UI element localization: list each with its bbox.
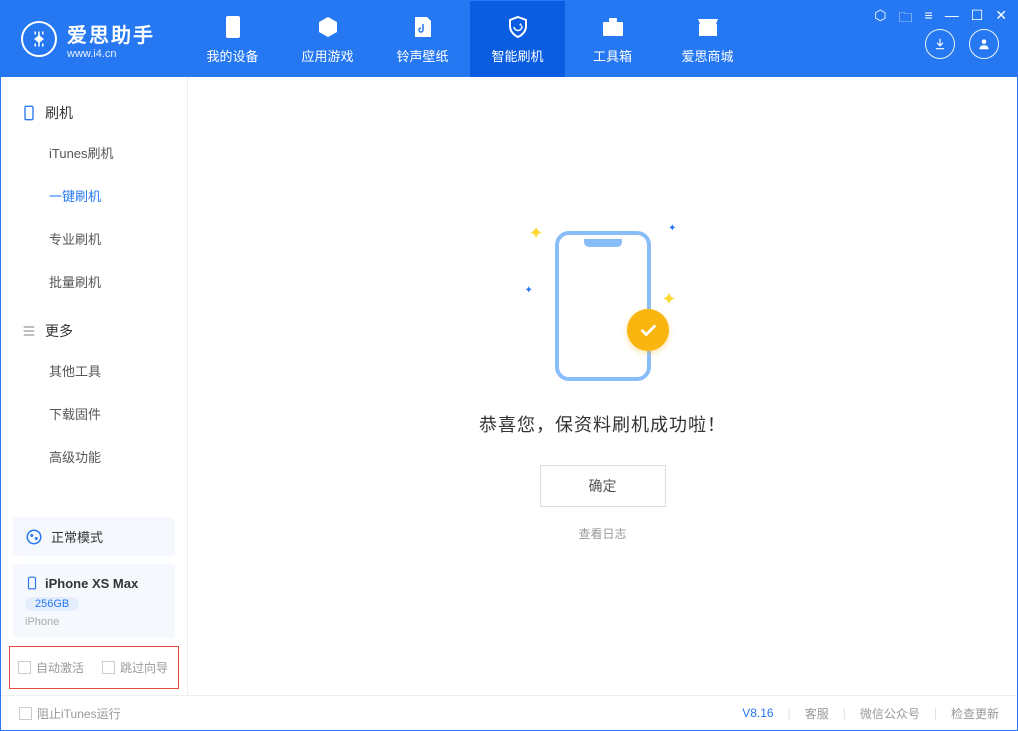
tab-flash[interactable]: 智能刷机 xyxy=(470,1,565,77)
phone-notch xyxy=(584,239,622,247)
tab-label: 智能刷机 xyxy=(491,46,543,65)
highlighted-options-box: 自动激活 跳过向导 xyxy=(9,646,179,689)
tab-apps[interactable]: 应用游戏 xyxy=(280,1,375,77)
checkbox-label: 跳过向导 xyxy=(120,659,168,676)
refresh-shield-icon xyxy=(505,14,531,40)
ok-button[interactable]: 确定 xyxy=(540,465,666,507)
device-mode-box[interactable]: 正常模式 xyxy=(13,517,175,556)
logo-title: 爱思助手 xyxy=(67,19,155,48)
device-name: iPhone XS Max xyxy=(45,576,138,591)
header: 爱思助手 www.i4.cn 我的设备 应用游戏 铃声壁纸 智能刷机 工具箱 爱… xyxy=(1,1,1017,77)
checkbox-skip-guide[interactable]: 跳过向导 xyxy=(102,659,168,676)
cube-icon xyxy=(315,14,341,40)
nav-tabs: 我的设备 应用游戏 铃声壁纸 智能刷机 工具箱 爱思商城 xyxy=(185,1,755,77)
mode-text: 正常模式 xyxy=(51,527,103,546)
checkbox-auto-activate[interactable]: 自动激活 xyxy=(18,659,84,676)
header-action-icons xyxy=(925,29,999,59)
maximize-icon[interactable]: ☐ xyxy=(971,7,984,31)
download-icon[interactable] xyxy=(925,29,955,59)
device-type: iPhone xyxy=(25,616,163,628)
checkbox-label: 自动激活 xyxy=(36,659,84,676)
tab-label: 应用游戏 xyxy=(301,46,353,65)
tab-label: 铃声壁纸 xyxy=(396,46,448,65)
section-title: 更多 xyxy=(45,321,73,341)
tab-label: 我的设备 xyxy=(206,46,258,65)
sparkle-icon: ✦ xyxy=(661,289,676,310)
sparkle-icon: ✦ xyxy=(525,285,533,296)
tab-store[interactable]: 爱思商城 xyxy=(660,1,755,77)
section-title: 刷机 xyxy=(45,103,73,123)
version-label[interactable]: V8.16 xyxy=(742,706,773,720)
toolbox-icon xyxy=(600,14,626,40)
sparkle-icon: ✦ xyxy=(529,223,544,244)
sidebar-item-other-tools[interactable]: 其他工具 xyxy=(1,349,187,392)
wechat-link[interactable]: 微信公众号 xyxy=(860,705,920,722)
checkbox-icon xyxy=(102,661,115,674)
divider: | xyxy=(843,706,846,720)
phone-small-icon xyxy=(25,574,39,592)
phone-frame-icon xyxy=(555,231,651,381)
divider: | xyxy=(934,706,937,720)
logo-icon xyxy=(21,21,57,57)
tab-label: 工具箱 xyxy=(593,46,632,65)
shirt-icon[interactable]: ⬡ xyxy=(874,7,886,31)
mode-icon xyxy=(25,528,43,546)
store-icon xyxy=(695,14,721,40)
list-icon xyxy=(21,323,37,339)
checkbox-label: 阻止iTunes运行 xyxy=(37,705,121,722)
sidebar-item-batch-flash[interactable]: 批量刷机 xyxy=(1,260,187,303)
check-update-link[interactable]: 检查更新 xyxy=(951,705,999,722)
success-message: 恭喜您，保资料刷机成功啦！ xyxy=(479,411,726,437)
checkbox-block-itunes[interactable]: 阻止iTunes运行 xyxy=(19,705,121,722)
menu-icon[interactable]: ≡ xyxy=(925,7,933,31)
phone-icon xyxy=(220,14,246,40)
sidebar-section-flash: 刷机 xyxy=(1,95,187,131)
device-capacity: 256GB xyxy=(25,597,79,611)
sidebar-item-download-firmware[interactable]: 下载固件 xyxy=(1,392,187,435)
window-controls: ⬡ 🗀 ≡ — ☐ ✕ xyxy=(874,7,1007,31)
logo-area[interactable]: 爱思助手 www.i4.cn xyxy=(1,19,175,60)
user-icon[interactable] xyxy=(969,29,999,59)
sidebar: 刷机 iTunes刷机 一键刷机 专业刷机 批量刷机 更多 其他工具 下载固件 … xyxy=(1,77,188,695)
footer: 阻止iTunes运行 V8.16 | 客服 | 微信公众号 | 检查更新 xyxy=(1,695,1017,730)
sidebar-section-more: 更多 xyxy=(1,313,187,349)
customer-service-link[interactable]: 客服 xyxy=(805,705,829,722)
view-log-link[interactable]: 查看日志 xyxy=(578,525,626,542)
lock-icon[interactable]: 🗀 xyxy=(899,7,913,31)
music-file-icon xyxy=(410,14,436,40)
tab-label: 爱思商城 xyxy=(681,46,733,65)
success-check-badge xyxy=(627,309,669,351)
device-icon xyxy=(21,105,37,121)
sidebar-item-pro-flash[interactable]: 专业刷机 xyxy=(1,217,187,260)
tab-my-device[interactable]: 我的设备 xyxy=(185,1,280,77)
divider: | xyxy=(788,706,791,720)
main-content: ✦ ✦ ✦ ✦ 恭喜您，保资料刷机成功啦！ 确定 查看日志 xyxy=(188,77,1017,695)
tab-toolbox[interactable]: 工具箱 xyxy=(565,1,660,77)
checkbox-icon xyxy=(19,707,32,720)
sidebar-item-advanced[interactable]: 高级功能 xyxy=(1,435,187,478)
footer-right: V8.16 | 客服 | 微信公众号 | 检查更新 xyxy=(742,705,999,722)
device-info-box[interactable]: iPhone XS Max 256GB iPhone xyxy=(13,564,175,638)
sidebar-item-oneclick-flash[interactable]: 一键刷机 xyxy=(1,174,187,217)
success-illustration: ✦ ✦ ✦ ✦ xyxy=(555,231,651,381)
sparkle-icon: ✦ xyxy=(668,223,676,234)
tab-ringtones[interactable]: 铃声壁纸 xyxy=(375,1,470,77)
minimize-icon[interactable]: — xyxy=(945,7,959,31)
checkbox-icon xyxy=(18,661,31,674)
close-icon[interactable]: ✕ xyxy=(995,7,1007,31)
sidebar-item-itunes-flash[interactable]: iTunes刷机 xyxy=(1,131,187,174)
logo-subtitle: www.i4.cn xyxy=(67,48,155,60)
